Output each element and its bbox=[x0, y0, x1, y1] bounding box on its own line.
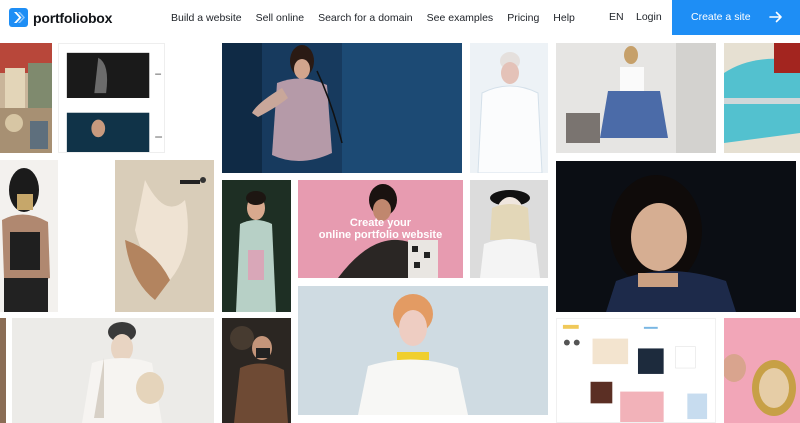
portfolio-thumbnail-tile[interactable] bbox=[556, 161, 796, 312]
masked-figure-image bbox=[0, 160, 58, 312]
top-navigation-bar: portfoliobox Build a website Sell online… bbox=[0, 0, 800, 35]
dancer-image bbox=[115, 160, 214, 312]
portfolio-thumbnail-tile[interactable] bbox=[556, 43, 716, 153]
portfoliobox-logo-icon bbox=[9, 8, 28, 27]
portfolio-thumbnail-tile[interactable] bbox=[470, 180, 548, 278]
language-selector[interactable]: EN bbox=[609, 11, 624, 23]
portfolio-thumbnail-tile[interactable] bbox=[222, 43, 462, 173]
portfolio-thumbnail-tile[interactable] bbox=[222, 318, 291, 423]
portfolio-thumbnail-tile[interactable] bbox=[115, 160, 214, 312]
hero-headline-line1: Create your bbox=[349, 217, 412, 229]
hero-tile[interactable]: Create your online portfolio website bbox=[298, 180, 463, 278]
photographer-image bbox=[222, 318, 291, 423]
portfolio-thumbnail-tile[interactable] bbox=[0, 318, 6, 423]
create-site-label: Create a site bbox=[691, 11, 751, 23]
brand-name: portfoliobox bbox=[33, 9, 113, 26]
mini-portfolio-image bbox=[59, 44, 164, 152]
nav-build-website[interactable]: Build a website bbox=[171, 12, 242, 24]
brand-logo[interactable]: portfoliobox bbox=[9, 8, 112, 27]
edge-image bbox=[0, 318, 6, 423]
painting-image bbox=[0, 43, 52, 153]
portfolio-thumbnail-tile[interactable] bbox=[298, 286, 548, 415]
nav-search-domain[interactable]: Search for a domain bbox=[318, 12, 413, 24]
vintage-car-image bbox=[724, 43, 800, 153]
choker-portrait-image bbox=[298, 286, 548, 415]
create-site-button[interactable]: Create a site bbox=[672, 0, 800, 35]
nav-pricing[interactable]: Pricing bbox=[507, 12, 539, 24]
main-nav: Build a website Sell online Search for a… bbox=[171, 0, 589, 35]
nav-help[interactable]: Help bbox=[553, 12, 575, 24]
portfolio-thumbnail-tile[interactable] bbox=[724, 43, 800, 153]
green-backdrop-model-image bbox=[222, 180, 291, 312]
portfolio-thumbnail-tile[interactable] bbox=[0, 43, 52, 153]
arrow-right-icon bbox=[769, 11, 782, 23]
portfolio-thumbnail-tile[interactable] bbox=[470, 43, 548, 173]
login-link[interactable]: Login bbox=[636, 11, 662, 23]
seated-model-image bbox=[556, 43, 716, 153]
white-coat-model-image bbox=[470, 43, 548, 173]
nav-see-examples[interactable]: See examples bbox=[427, 12, 494, 24]
dark-portrait-image bbox=[556, 161, 796, 312]
portfolio-thumbnail-tile[interactable] bbox=[0, 160, 58, 312]
portfolio-thumbnail-tile[interactable] bbox=[12, 318, 214, 423]
gold-frame-image bbox=[724, 318, 800, 423]
hero-headline-line2: online portfolio website bbox=[318, 229, 443, 241]
portfolio-thumbnail-tile[interactable] bbox=[724, 318, 800, 423]
portfolio-thumbnail-tile[interactable] bbox=[556, 318, 716, 423]
portfolio-thumbnail-tile[interactable] bbox=[222, 180, 291, 312]
woman-with-dog-image bbox=[12, 318, 214, 423]
fashion-phone-image bbox=[222, 43, 462, 173]
nav-sell-online[interactable]: Sell online bbox=[256, 12, 304, 24]
portfolio-thumbnail-tile[interactable] bbox=[58, 43, 165, 153]
illustration-grid-image bbox=[557, 319, 715, 422]
bw-hat-portrait-image bbox=[470, 180, 548, 278]
